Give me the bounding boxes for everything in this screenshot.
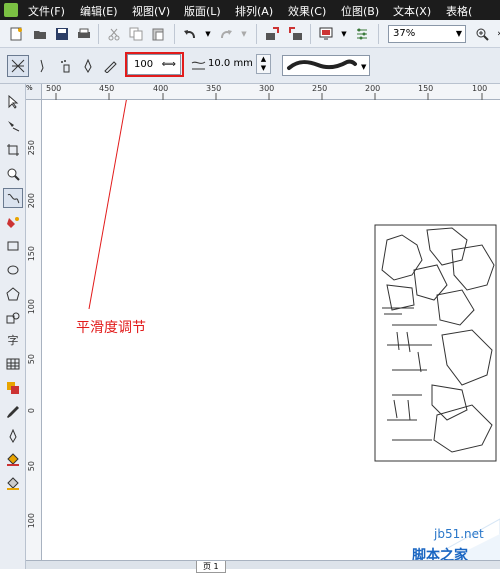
chevron-down-icon: ▼	[455, 29, 462, 38]
zoom-tool-icon[interactable]	[3, 164, 23, 184]
outline-tool-icon[interactable]	[3, 426, 23, 446]
menu-text[interactable]: 文本(X)	[393, 3, 431, 19]
menu-table[interactable]: 表格(	[446, 3, 472, 19]
ruler-label: 100	[27, 513, 36, 529]
crop-tool-icon[interactable]	[3, 140, 23, 160]
shape-tool-icon[interactable]	[3, 116, 23, 136]
basic-shapes-tool-icon[interactable]	[3, 308, 23, 328]
stroke-width-value: 10.0 mm	[208, 58, 253, 69]
ruler-ticks	[55, 93, 483, 100]
fill-tool-icon[interactable]	[3, 450, 23, 470]
application-launcher-icon[interactable]	[316, 24, 336, 44]
undo-icon[interactable]	[180, 24, 200, 44]
interactive-fill-tool-icon[interactable]	[3, 378, 23, 398]
pick-tool-icon[interactable]	[3, 92, 23, 112]
ruler-label: 250	[27, 140, 36, 156]
export-icon[interactable]	[286, 24, 306, 44]
new-document-icon[interactable]	[6, 24, 26, 44]
pressure-pen-icon[interactable]	[99, 55, 121, 77]
freehand-mode-icon[interactable]	[7, 55, 29, 77]
horizontal-ruler[interactable]: 500 450 400 350 300 250 200 150 100	[26, 84, 500, 100]
stroke-style-select[interactable]: ▼	[282, 55, 370, 76]
brush-preset-icon[interactable]	[31, 55, 53, 77]
interactive-mesh-tool-icon[interactable]	[3, 474, 23, 494]
zoom-level-select[interactable]: 37% ▼	[388, 25, 466, 43]
freehand-tool-icon[interactable]	[3, 188, 23, 208]
table-tool-icon[interactable]	[3, 354, 23, 374]
sprayer-icon[interactable]	[55, 55, 77, 77]
paste-icon[interactable]	[148, 24, 168, 44]
annotation-arrow	[88, 100, 127, 310]
menu-file[interactable]: 文件(F)	[28, 3, 65, 19]
menu-edit[interactable]: 编辑(E)	[80, 3, 118, 19]
svg-text:▼: ▼	[361, 63, 367, 71]
copy-icon[interactable]	[126, 24, 146, 44]
menu-bar: 文件(F) 编辑(E) 视图(V) 版面(L) 排列(A) 效果(C) 位图(B…	[0, 0, 500, 20]
menu-view[interactable]: 视图(V)	[132, 3, 170, 19]
polygon-tool-icon[interactable]	[3, 284, 23, 304]
options-icon[interactable]	[352, 24, 372, 44]
watermark-url: jb51.net	[434, 527, 484, 541]
menu-bitmaps[interactable]: 位图(B)	[341, 3, 379, 19]
ellipse-tool-icon[interactable]	[3, 260, 23, 280]
calligraphic-pen-icon[interactable]	[77, 55, 99, 77]
eyedropper-tool-icon[interactable]	[3, 402, 23, 422]
toolbox: 字	[0, 84, 26, 569]
menu-arrange[interactable]: 排列(A)	[235, 3, 273, 19]
toolbar-overflow-icon[interactable]: »	[490, 24, 500, 44]
menu-layout[interactable]: 版面(L)	[184, 3, 221, 19]
ruler-label: 150	[27, 246, 36, 262]
print-icon[interactable]	[74, 24, 94, 44]
open-folder-icon[interactable]	[30, 24, 50, 44]
stroke-width-spinner[interactable]: ▲ ▼	[256, 54, 271, 74]
undo-dropdown-icon[interactable]: ▼	[198, 24, 218, 44]
ruler-label: 0	[27, 408, 36, 414]
ruler-label: 50	[27, 354, 36, 365]
import-icon[interactable]	[262, 24, 282, 44]
smart-fill-tool-icon[interactable]	[3, 212, 23, 232]
stroke-width-icon	[188, 55, 210, 77]
standard-toolbar: ▼ ▼ ▼ 37% ▼ »	[0, 20, 500, 48]
stroke-width-input[interactable]: 10.0 mm	[208, 54, 256, 74]
drawing-canvas[interactable]: 平滑度调节	[42, 100, 500, 560]
menu-effects[interactable]: 效果(C)	[288, 3, 326, 19]
property-bar: 100 ⟺ 10.0 mm ▲ ▼ ▼	[0, 48, 500, 84]
launcher-dropdown-icon[interactable]: ▼	[334, 24, 354, 44]
rectangle-tool-icon[interactable]	[3, 236, 23, 256]
smoothing-highlight-box	[125, 52, 184, 77]
ruler-label: 50	[27, 461, 36, 472]
brush-stroke-preview: ▼	[287, 59, 367, 71]
ruler-label: 100	[27, 299, 36, 315]
ruler-label: 200	[27, 193, 36, 209]
zoom-level-value: 37%	[393, 28, 416, 39]
zoom-in-icon[interactable]	[472, 24, 492, 44]
vertical-ruler[interactable]: 250 200 150 100 50 0 50 100	[26, 100, 42, 569]
page-navigation-bar: 页 1	[26, 560, 500, 573]
save-icon[interactable]	[52, 24, 72, 44]
redo-icon[interactable]	[216, 24, 236, 44]
text-tool-icon[interactable]: 字	[3, 330, 23, 350]
ruler-corner[interactable]: %	[26, 84, 42, 100]
redo-dropdown-icon[interactable]: ▼	[234, 24, 254, 44]
cut-icon[interactable]	[104, 24, 124, 44]
app-icon	[4, 3, 18, 17]
page-tab[interactable]: 页 1	[196, 561, 226, 573]
smoothing-annotation: 平滑度调节	[76, 320, 146, 336]
